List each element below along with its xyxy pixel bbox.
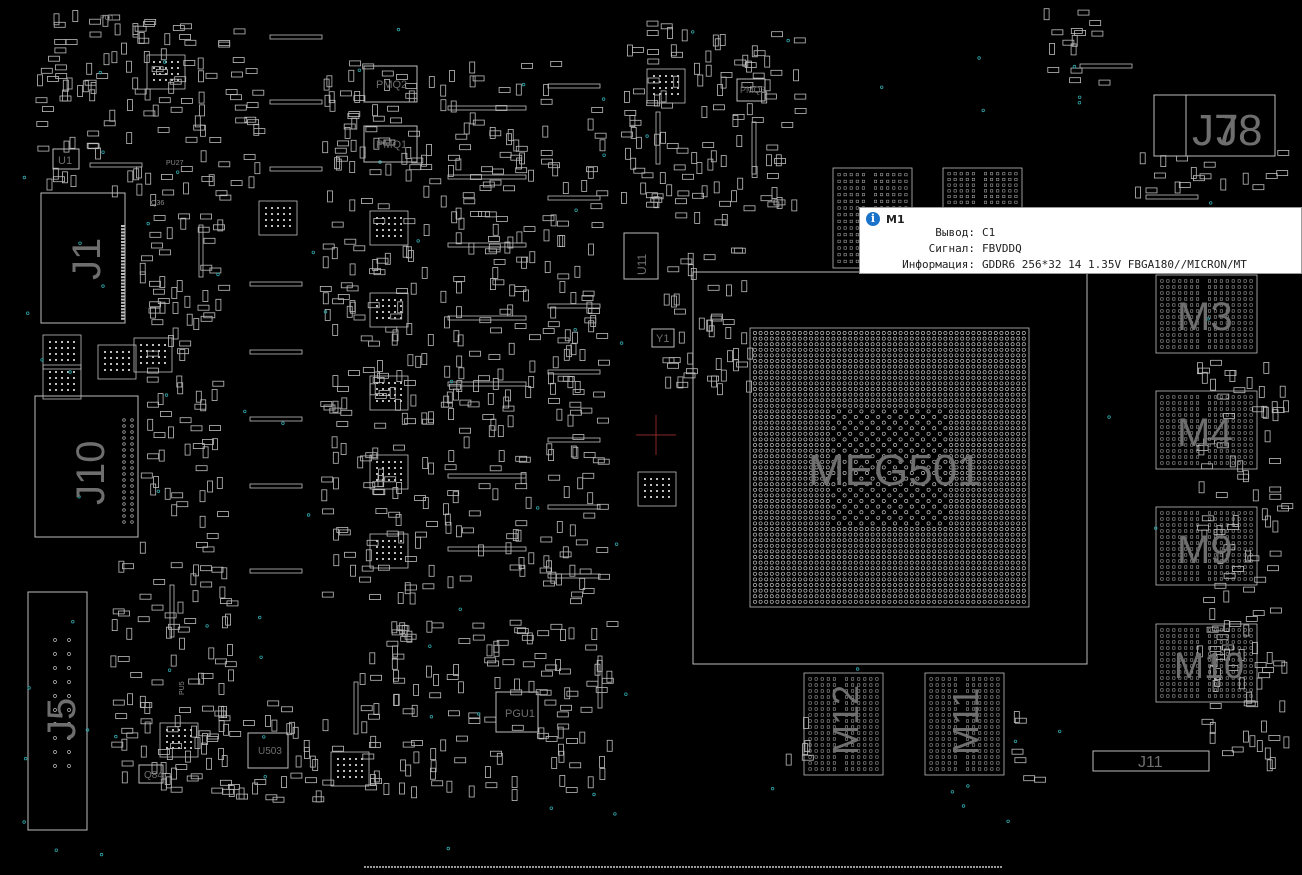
label-m11: M11 (945, 688, 986, 755)
label-j8: J8 (1216, 106, 1262, 155)
label-pmq2: PMQ2 (376, 79, 407, 91)
cursor-crosshair (636, 415, 676, 455)
tooltip-key: Информация: (902, 258, 975, 271)
tooltip-title: M1 (886, 212, 905, 226)
label-m3: M3 (1177, 295, 1233, 339)
label-pq1: PQ1 (100, 15, 114, 22)
label-j1: J1 (65, 238, 109, 280)
label-m4: M4 (1177, 411, 1233, 455)
label-j10: J10 (69, 441, 113, 506)
label-u1: U1 (58, 155, 72, 167)
label-q84: Q84 (144, 770, 163, 781)
label-u11: U11 (635, 254, 649, 275)
label-pmq1: PMQ1 (376, 139, 407, 151)
tooltip-value: C1 (982, 226, 996, 239)
label-pgu1: PGU1 (505, 708, 535, 720)
tooltip-key: Сигнал: (928, 242, 975, 255)
label-m12: M12 (825, 685, 866, 755)
tooltip-value: GDDR6 256*32 14 1.35V FBGA180//MICRON/MT (982, 258, 1247, 271)
label-pmq3: PMQ3 (740, 85, 766, 95)
label-j5: J5 (40, 698, 84, 740)
label-y1: Y1 (656, 333, 669, 345)
label-q36: Q36 (151, 200, 164, 207)
pin-info-tooltip: i M1 Вывод: C1 Сигнал: FBVDDQ Информация… (859, 207, 1302, 274)
label-m10: M10 (1174, 645, 1244, 686)
tooltip-key: Вывод: (935, 226, 975, 239)
info-icon: i (866, 212, 880, 226)
label-pu5: PU5 (179, 681, 186, 695)
label-j11: J11 (1138, 754, 1163, 771)
label-u503: U503 (258, 746, 282, 757)
small-components (35, 8, 1294, 803)
label-gpu: MEG501 (808, 446, 982, 495)
tooltip-value: FBVDDQ (982, 242, 1022, 255)
label-m9: M9 (1177, 528, 1233, 572)
pcb-board-canvas[interactable]: J1 J10 J5 J7 J8 J11 MEG501 M3 M4 M9 M10 … (0, 0, 1302, 875)
label-pu27: PU27 (166, 160, 184, 167)
